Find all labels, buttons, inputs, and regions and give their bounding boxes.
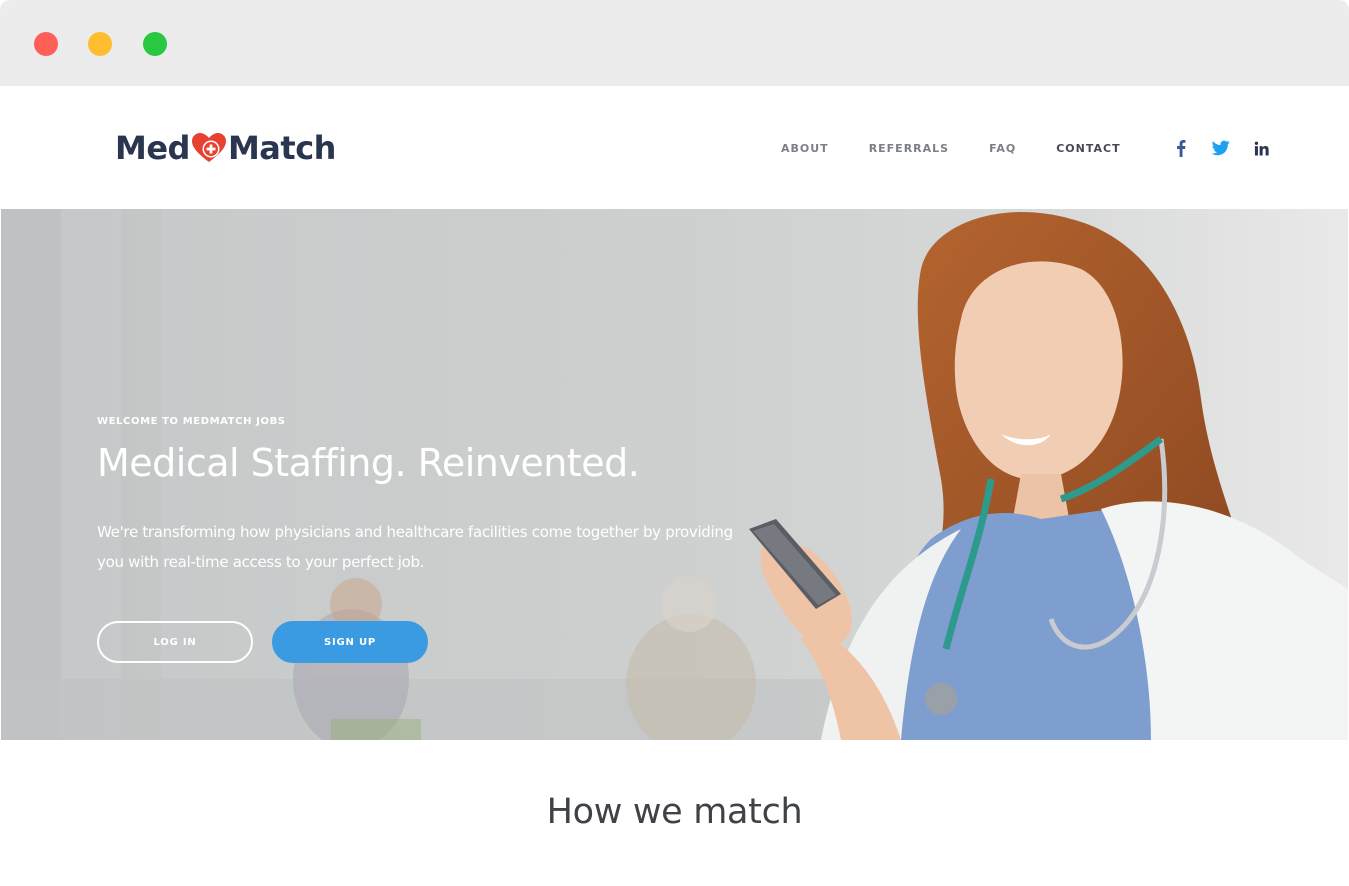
twitter-icon[interactable]: [1212, 138, 1230, 158]
how-we-match-heading: How we match: [546, 792, 803, 832]
site-header: Med Match ABOUT REFERRALS FAQ CONTACT: [0, 86, 1349, 209]
nav-about[interactable]: ABOUT: [781, 142, 829, 155]
window-close-button[interactable]: [34, 32, 58, 56]
logo-text-med: Med: [115, 129, 190, 167]
nav-faq[interactable]: FAQ: [989, 142, 1016, 155]
hero-banner: WELCOME TO MEDMATCH JOBS Medical Staffin…: [1, 209, 1348, 740]
social-links: [1172, 138, 1270, 158]
hero-description-line2: you with real-time access to your perfec…: [97, 553, 425, 571]
facebook-icon[interactable]: [1172, 138, 1190, 158]
hero-kicker: WELCOME TO MEDMATCH JOBS: [97, 416, 286, 427]
window-titlebar: [0, 0, 1349, 86]
linkedin-icon[interactable]: [1252, 138, 1270, 158]
hero-title: Medical Staffing. Reinvented.: [97, 441, 640, 485]
logo-text-match: Match: [227, 129, 336, 167]
main-nav: ABOUT REFERRALS FAQ CONTACT: [781, 142, 1161, 155]
hero-description: We're transforming how physicians and he…: [97, 517, 777, 577]
window-minimize-button[interactable]: [88, 32, 112, 56]
heart-plus-icon: [191, 133, 226, 162]
signup-button[interactable]: SIGN UP: [272, 621, 428, 663]
hero-description-line1: We're transforming how physicians and he…: [97, 523, 733, 541]
login-button[interactable]: LOG IN: [97, 621, 253, 663]
window-maximize-button[interactable]: [143, 32, 167, 56]
nav-referrals[interactable]: REFERRALS: [869, 142, 949, 155]
medmatch-logo[interactable]: Med Match: [115, 128, 336, 168]
nav-contact[interactable]: CONTACT: [1056, 142, 1120, 155]
